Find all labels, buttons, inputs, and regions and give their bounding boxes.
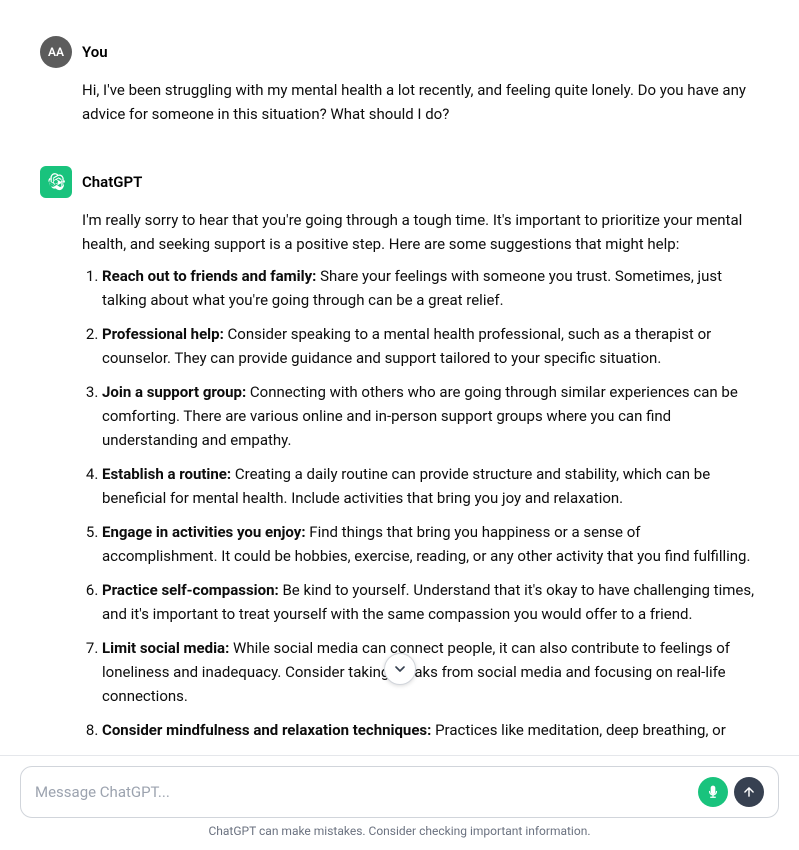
send-button[interactable] (734, 777, 764, 807)
list-item: Practice self-compassion: Be kind to you… (102, 578, 759, 626)
input-icons (698, 777, 764, 807)
user-message-content: Hi, I've been struggling with my mental … (82, 78, 759, 126)
list-item: Limit social media: While social media c… (102, 636, 759, 708)
chatgpt-avatar (40, 166, 72, 198)
list-item: Consider mindfulness and relaxation tech… (102, 718, 759, 742)
user-name: You (82, 43, 108, 61)
list-item: Join a support group: Connecting with ot… (102, 380, 759, 452)
user-message-header: AA You (40, 36, 759, 68)
list-item: Reach out to friends and family: Share y… (102, 264, 759, 312)
user-avatar: AA (40, 36, 72, 68)
chatgpt-name: ChatGPT (82, 173, 142, 191)
suggestions-list: Reach out to friends and family: Share y… (82, 264, 759, 742)
chatgpt-message-content: I'm really sorry to hear that you're goi… (82, 208, 759, 742)
mic-button[interactable] (698, 777, 728, 807)
input-area: ChatGPT can make mistakes. Consider chec… (0, 755, 799, 850)
chatgpt-message-header: ChatGPT (40, 166, 759, 198)
user-message-block: AA You Hi, I've been struggling with my … (0, 20, 799, 150)
disclaimer-text: ChatGPT can make mistakes. Consider chec… (20, 818, 779, 846)
input-wrapper (20, 766, 779, 818)
scroll-down-button[interactable] (384, 653, 416, 685)
chat-container[interactable]: AA You Hi, I've been struggling with my … (0, 0, 799, 755)
message-input[interactable] (35, 783, 690, 801)
list-item: Engage in activities you enjoy: Find thi… (102, 520, 759, 568)
list-item: Professional help: Consider speaking to … (102, 322, 759, 370)
list-item: Establish a routine: Creating a daily ro… (102, 462, 759, 510)
